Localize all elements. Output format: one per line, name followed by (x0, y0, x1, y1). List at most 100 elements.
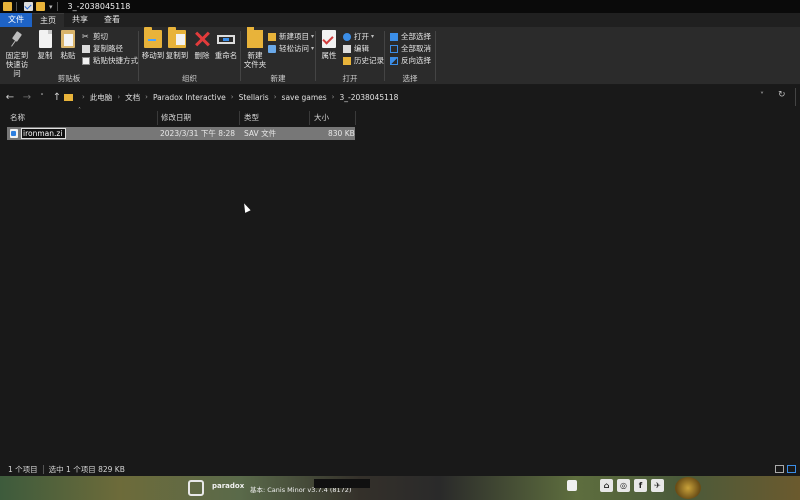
file-row[interactable]: ironman.zi 2023/3/31 下午 8:28 SAV 文件 830 … (7, 127, 355, 140)
cut-button[interactable]: ✂ 剪切 (82, 31, 108, 42)
breadcrumb-documents[interactable]: 文档 (125, 92, 140, 103)
properties-label: 属性 (321, 51, 337, 60)
invert-selection-icon (390, 56, 398, 65)
pin-quick-access-button[interactable]: 固定到 快速访问 (3, 30, 31, 78)
select-none-button[interactable]: 全部取消 (390, 43, 431, 54)
new-folder-icon (247, 27, 263, 48)
breadcrumb-separator[interactable]: › (231, 93, 234, 101)
copy-path-button[interactable]: 复制路径 (82, 43, 123, 54)
open-icon (343, 32, 351, 41)
select-all-button[interactable]: 全部选择 (390, 31, 431, 42)
select-all-icon (390, 32, 398, 41)
tab-home[interactable]: 主页 (32, 13, 64, 27)
qat-separator (16, 2, 17, 11)
qat-dropdown-icon[interactable]: ▾ (49, 3, 53, 11)
twitter-icon[interactable]: ✈ (651, 479, 664, 492)
column-separator[interactable] (355, 111, 356, 125)
launcher-bar: paradox 基本: Canis Minor v3.7.4 (8172) ⌂ … (0, 476, 800, 500)
breadcrumb-save-games[interactable]: save games (282, 93, 327, 102)
tab-file[interactable]: 文件 (0, 13, 32, 27)
open-button[interactable]: 打开 ▾ (343, 31, 374, 42)
back-arrow-icon[interactable]: ← (3, 92, 17, 103)
column-separator[interactable] (309, 111, 310, 125)
invert-selection-button[interactable]: 反向选择 (390, 55, 431, 66)
home-icon[interactable]: ⌂ (600, 479, 613, 492)
properties-icon (322, 30, 336, 48)
select-group-label: 选择 (402, 74, 418, 83)
column-header-date[interactable]: 修改日期 (161, 112, 191, 124)
new-group-label: 新建 (270, 74, 286, 83)
new-folder-quick-icon[interactable] (36, 2, 45, 11)
rename-label: 重命名 (214, 51, 238, 60)
history-button[interactable]: 历史记录 (343, 55, 384, 66)
status-item-count: 1 个项目 (8, 464, 38, 474)
breadcrumb-separator: › (82, 93, 85, 101)
breadcrumb-stellaris[interactable]: Stellaris (239, 93, 269, 102)
rename-button[interactable]: 重命名 (213, 30, 239, 60)
easy-access-button[interactable]: 轻松访问 ▾ (268, 43, 314, 54)
status-bar: 1 个项目 选中 1 个项目 829 KB (0, 462, 800, 476)
search-box[interactable] (795, 88, 800, 106)
paste-shortcut-button[interactable]: 粘贴快捷方式 (82, 55, 138, 66)
tab-share[interactable]: 共享 (64, 13, 96, 27)
ribbon-separator (435, 31, 436, 81)
launcher-dark-panel (314, 479, 370, 488)
edit-button[interactable]: 编辑 (343, 43, 369, 54)
column-separator[interactable] (157, 111, 158, 125)
facebook-icon[interactable]: f (634, 479, 647, 492)
navigation-bar: ← → ˅ ↑ › 此电脑 › 文档 › Paradox Interactive… (0, 86, 800, 108)
open-dropdown-icon: ▾ (371, 33, 375, 40)
tab-view[interactable]: 查看 (96, 13, 128, 27)
breadcrumb-separator[interactable]: › (117, 93, 120, 101)
forward-arrow-icon[interactable]: → (20, 92, 34, 103)
address-bar[interactable]: › 此电脑 › 文档 › Paradox Interactive › Stell… (60, 89, 775, 105)
open-label: 打开 (354, 32, 369, 41)
column-separator[interactable] (239, 111, 240, 125)
properties-button[interactable]: 属性 (318, 30, 340, 60)
steam-icon[interactable]: ◎ (617, 479, 630, 492)
paste-shortcut-label: 粘贴快捷方式 (93, 56, 138, 65)
easy-access-dropdown-icon: ▾ (311, 45, 315, 52)
file-icon (10, 129, 18, 138)
breadcrumb-separator[interactable]: › (332, 93, 335, 101)
copy-button[interactable]: 复制 (34, 30, 56, 60)
status-selection: 选中 1 个项目 829 KB (48, 464, 125, 474)
breadcrumb-current-folder[interactable]: 3_-2038045118 (339, 93, 398, 102)
new-group: 新建 文件夹 新建项目 ▾ 轻松访问 ▾ 新建 (241, 27, 315, 85)
qat-separator (56, 2, 58, 11)
open-group-label: 打开 (342, 74, 358, 83)
breadcrumb-separator[interactable]: › (274, 93, 277, 101)
select-none-icon (390, 44, 398, 53)
select-all-label: 全部选择 (401, 32, 431, 41)
cut-label: 剪切 (93, 32, 108, 41)
address-history-dropdown-icon[interactable]: ˅ (760, 91, 764, 100)
new-folder-button[interactable]: 新建 文件夹 (243, 27, 267, 69)
history-label: 历史记录 (354, 56, 384, 65)
copy-path-label: 复制路径 (93, 44, 123, 53)
recent-locations-icon[interactable]: ˅ (37, 93, 47, 101)
lock-icon[interactable] (567, 480, 577, 491)
large-icons-view-icon[interactable] (787, 465, 796, 473)
edit-label: 编辑 (354, 44, 369, 53)
delete-label: 删除 (194, 51, 210, 60)
copy-to-button[interactable]: 复制到 (165, 27, 189, 60)
paste-icon (61, 30, 75, 48)
clipboard-group-label: 剪贴板 (57, 74, 81, 83)
edit-icon (343, 44, 351, 53)
column-header-size[interactable]: 大小 (314, 112, 329, 124)
paste-button[interactable]: 粘贴 (58, 30, 78, 60)
breadcrumb-separator[interactable]: › (145, 93, 148, 101)
new-item-button[interactable]: 新建项目 ▾ (268, 31, 314, 42)
refresh-icon[interactable]: ↻ (778, 90, 786, 100)
pin-icon (8, 30, 26, 48)
column-header-type[interactable]: 类型 (244, 112, 259, 124)
rename-input[interactable]: ironman.zi (21, 128, 66, 139)
move-to-button[interactable]: 移动到 (141, 27, 165, 60)
details-view-icon[interactable] (775, 465, 784, 473)
delete-button[interactable]: 删除 (192, 30, 212, 60)
column-header-name[interactable]: 名称 (10, 112, 25, 124)
properties-quick-icon[interactable] (24, 2, 33, 11)
select-group: 全部选择 全部取消 反向选择 选择 (385, 27, 435, 85)
breadcrumb-this-pc[interactable]: 此电脑 (90, 92, 113, 103)
breadcrumb-paradox[interactable]: Paradox Interactive (153, 93, 226, 102)
